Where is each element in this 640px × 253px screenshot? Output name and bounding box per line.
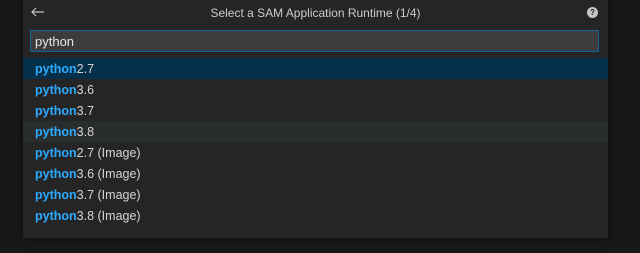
question-icon: ? (590, 8, 595, 17)
match-highlight: python (35, 166, 77, 181)
list-item[interactable]: python 2.7 (Image) (23, 142, 608, 163)
item-label: 3.7 (Image) (76, 187, 141, 202)
list-item[interactable]: python 3.7 (23, 100, 608, 121)
list-item[interactable]: python 3.6 (Image) (23, 163, 608, 184)
quick-pick-title: Select a SAM Application Runtime (1/4) (210, 5, 421, 20)
filter-input[interactable] (35, 33, 598, 49)
match-highlight: python (35, 124, 77, 139)
filter-input-box[interactable] (30, 30, 599, 52)
back-button[interactable] (29, 4, 47, 20)
match-highlight: python (35, 145, 77, 160)
item-label: 3.8 (76, 124, 95, 139)
quick-pick-titlebar: Select a SAM Application Runtime (1/4) ? (23, 0, 608, 25)
item-label: 3.6 (Image) (76, 166, 141, 181)
list-item[interactable]: python 3.7 (Image) (23, 184, 608, 205)
quick-pick-widget: Select a SAM Application Runtime (1/4) ?… (23, 0, 608, 238)
arrow-left-icon (31, 7, 44, 17)
match-highlight: python (35, 187, 77, 202)
item-label: 3.7 (76, 103, 95, 118)
match-highlight: python (35, 82, 77, 97)
match-highlight: python (35, 61, 77, 76)
help-button[interactable]: ? (587, 7, 598, 18)
match-highlight: python (35, 103, 77, 118)
match-highlight: python (35, 208, 77, 223)
list-item[interactable]: python 3.8 (23, 121, 608, 142)
runtime-list: python 2.7 python 3.6 python 3.7 python 3.8 … (23, 58, 608, 226)
item-label: 2.7 (76, 61, 95, 76)
list-item[interactable]: python 3.8 (Image) (23, 205, 608, 226)
item-label: 3.8 (Image) (76, 208, 141, 223)
item-label: 3.6 (76, 82, 95, 97)
list-item[interactable]: python 2.7 (23, 58, 608, 79)
list-item[interactable]: python 3.6 (23, 79, 608, 100)
item-label: 2.7 (Image) (76, 145, 141, 160)
